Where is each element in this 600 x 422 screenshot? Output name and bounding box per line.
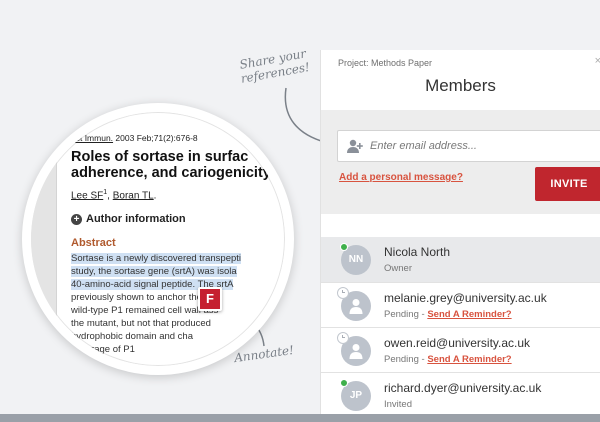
invite-button[interactable]: INVITE xyxy=(535,167,600,201)
member-name: owen.reid@university.ac.uk xyxy=(384,336,531,350)
abstract-line: wild-type P1 remained cell wall ass xyxy=(71,305,219,317)
members-panel: Project: Methods Paper Members × Add a p… xyxy=(320,50,600,414)
paper-title-line: adherence, and cariogenicity xyxy=(71,165,271,181)
authors: Lee SF1, Boran TL. xyxy=(71,189,285,202)
member-row[interactable]: NN Nicola North Owner xyxy=(321,237,600,283)
page-spine xyxy=(31,112,57,366)
citation-details: 2003 Feb;71(2):676-8 xyxy=(115,133,198,143)
member-status: Owner xyxy=(384,263,412,274)
author-link[interactable]: Lee SF xyxy=(71,190,103,201)
member-name: richard.dyer@university.ac.uk xyxy=(384,381,542,395)
abstract-heading: Abstract xyxy=(71,237,116,250)
abstract-line-highlighted[interactable]: study, the sortase gene (srtA) was isola xyxy=(71,266,237,278)
member-status: Pending - Send A Reminder? xyxy=(384,354,512,365)
project-label: Project: Methods Paper xyxy=(338,58,433,68)
citation: ect Immun. 2003 Feb;71(2):676-8 xyxy=(71,133,285,143)
pending-clock-icon xyxy=(337,287,349,299)
email-field[interactable] xyxy=(337,130,600,162)
bottom-bar xyxy=(0,414,600,422)
member-row[interactable]: JP richard.dyer@university.ac.uk Invited xyxy=(321,373,600,414)
status-text: Pending xyxy=(384,354,419,365)
author-link[interactable]: Boran TL xyxy=(113,190,154,201)
personal-message-link[interactable]: Add a personal message? xyxy=(339,172,463,183)
online-status-icon xyxy=(340,379,348,387)
author-end: . xyxy=(153,190,157,202)
annotation-badge[interactable]: F xyxy=(198,287,222,311)
online-status-icon xyxy=(340,243,348,251)
panel-title: Members xyxy=(425,76,496,95)
invite-section: Add a personal message? INVITE xyxy=(321,110,600,214)
send-reminder-link[interactable]: Send A Reminder? xyxy=(427,354,511,365)
abstract-line: hydrophobic domain and cha xyxy=(71,331,194,343)
magnifier-lens: ect Immun. 2003 Feb;71(2):676-8 Roles of… xyxy=(22,103,294,375)
send-reminder-link[interactable]: Send A Reminder? xyxy=(427,309,511,320)
member-row[interactable]: melanie.grey@university.ac.uk Pending - … xyxy=(321,283,600,328)
paper-preview: ect Immun. 2003 Feb;71(2):676-8 Roles of… xyxy=(71,133,285,356)
author-information-toggle[interactable]: + Author information xyxy=(71,213,285,226)
abstract-line-highlighted[interactable]: Sortase is a newly discovered transpepti xyxy=(71,253,242,265)
abstract-line: the mutant, but not that produced xyxy=(71,318,211,330)
members-list: NN Nicola North Owner melanie.grey@unive… xyxy=(321,237,600,414)
expand-plus-icon: + xyxy=(71,213,82,225)
pending-clock-icon xyxy=(337,332,349,344)
paper-title: Roles of sortase in surfac adherence, an… xyxy=(71,149,285,181)
add-user-icon xyxy=(347,139,363,153)
close-icon[interactable]: × xyxy=(595,55,600,67)
member-row[interactable]: owen.reid@university.ac.uk Pending - Sen… xyxy=(321,328,600,373)
member-status: Invited xyxy=(384,399,412,410)
person-icon xyxy=(349,299,363,314)
share-references-note: Share your references! xyxy=(238,46,311,86)
abstract-line: coverage of P1 xyxy=(71,344,135,356)
panel-header: Project: Methods Paper Members × xyxy=(321,50,600,110)
member-name: melanie.grey@university.ac.uk xyxy=(384,291,547,305)
member-name: Nicola North xyxy=(384,245,451,259)
abstract-body: Sortase is a newly discovered transpepti… xyxy=(71,252,285,356)
paper-title-line: Roles of sortase in surfac xyxy=(71,149,249,165)
status-text: Pending xyxy=(384,309,419,320)
person-icon xyxy=(349,344,363,359)
member-status: Pending - Send A Reminder? xyxy=(384,309,512,320)
abstract-line: previously shown to anchor the pep xyxy=(71,292,221,304)
citation-journal[interactable]: ect Immun. xyxy=(71,133,113,143)
email-input[interactable] xyxy=(370,140,570,152)
author-information-label: Author information xyxy=(86,213,186,226)
